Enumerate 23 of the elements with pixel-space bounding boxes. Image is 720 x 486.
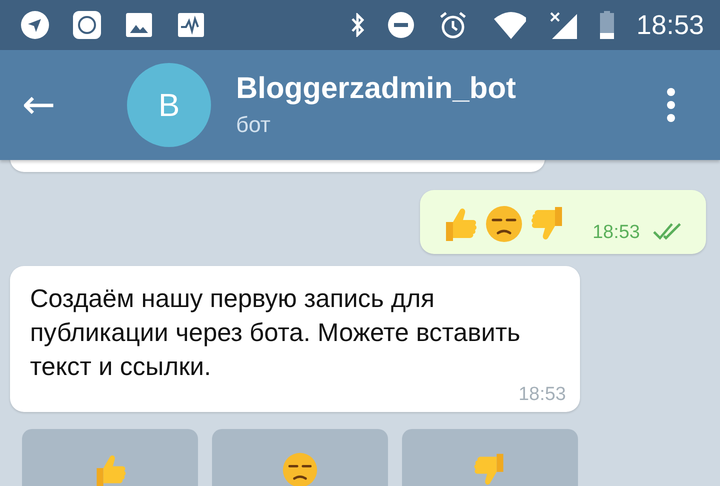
chat-title: Bloggerzadmin_bot bbox=[236, 72, 518, 106]
avatar[interactable]: B bbox=[127, 63, 211, 147]
chat-subtitle: бот bbox=[236, 112, 272, 138]
image-icon bbox=[124, 10, 154, 40]
activity-icon bbox=[176, 10, 206, 40]
navigation-icon bbox=[20, 10, 50, 40]
battery-icon bbox=[600, 11, 614, 39]
do-not-disturb-icon bbox=[386, 10, 416, 40]
keyboard-button[interactable] bbox=[402, 429, 578, 486]
more-options-icon[interactable] bbox=[666, 88, 676, 122]
unamused-face-icon bbox=[281, 451, 319, 486]
message-time: 18:53 bbox=[518, 384, 566, 406]
keyboard-button[interactable] bbox=[22, 429, 198, 486]
signal-icon bbox=[548, 10, 578, 40]
alarm-icon bbox=[438, 10, 468, 40]
unamused-face-icon bbox=[484, 204, 524, 244]
bluetooth-icon bbox=[351, 13, 364, 37]
message-time: 18:53 bbox=[592, 222, 640, 244]
status-time: 18:53 bbox=[636, 10, 704, 40]
app-icon bbox=[72, 10, 102, 40]
keyboard-button[interactable] bbox=[212, 429, 388, 486]
back-button[interactable]: ← bbox=[22, 82, 92, 128]
message-text: Создаём нашу первую запись для публикации через бота. Можете вставить текст и ссылки. bbox=[30, 284, 522, 383]
